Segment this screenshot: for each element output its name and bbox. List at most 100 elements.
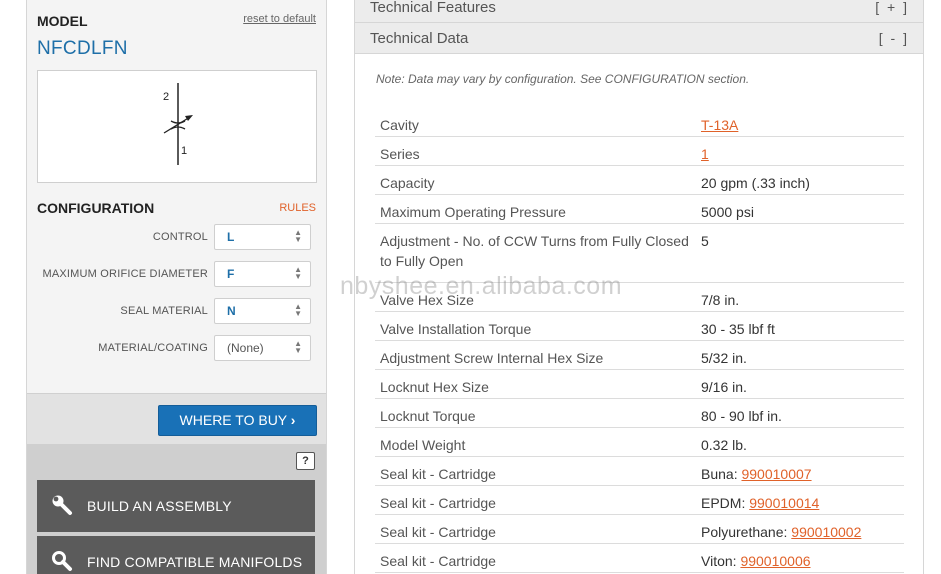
select-arrows-icon: ▲ ▼ (294, 228, 302, 244)
orifice-diameter-value: F (227, 267, 235, 281)
control-value: L (227, 230, 235, 244)
table-row: Seal kit - Cartridge Viton: 990010006 (375, 544, 904, 573)
config-label-control: CONTROL (152, 231, 208, 243)
find-manifolds-label: FIND COMPATIBLE MANIFOLDS (87, 554, 303, 570)
chevron-right-icon: › (290, 412, 296, 428)
row-value: 20 gpm (.33 inch) (701, 173, 810, 193)
row-value-text: 9/16 in. (701, 379, 747, 395)
row-value-text: Buna: (701, 466, 742, 482)
row-value-text: 80 - 90 lbf in. (701, 408, 782, 424)
row-value-text: 7/8 in. (701, 292, 740, 308)
row-value: 30 - 35 lbf ft (701, 319, 775, 339)
build-assembly-button[interactable]: BUILD AN ASSEMBLY (37, 480, 315, 532)
table-row: Locknut Torque 80 - 90 lbf in. (375, 399, 904, 428)
technical-data-table: Cavity T-13A Series 1 Capacity 20 gpm (.33 in… (375, 108, 904, 573)
configuration-heading: CONFIGURATION (37, 200, 155, 216)
material-coating-value: (None) (227, 341, 264, 355)
row-value: 5 (701, 231, 709, 251)
row-value: EPDM: 990010014 (701, 493, 819, 513)
table-row: Cavity T-13A (375, 108, 904, 137)
help-button[interactable]: ? (296, 452, 315, 470)
material-coating-select[interactable]: (None) ▲ ▼ (214, 335, 311, 361)
row-value-link[interactable]: 990010007 (741, 466, 811, 482)
row-value: Viton: 990010006 (701, 551, 811, 571)
row-label: Locknut Hex Size (380, 379, 489, 395)
expand-toggle[interactable]: [ + ] (875, 0, 909, 15)
select-arrows-icon: ▲ ▼ (294, 265, 302, 281)
control-select[interactable]: L ▲ ▼ (214, 224, 311, 250)
table-row: Seal kit - Cartridge EPDM: 990010014 (375, 486, 904, 515)
table-row: Adjustment Screw Internal Hex Size 5/32 i… (375, 341, 904, 370)
row-value: 1 (701, 144, 709, 164)
row-label: Valve Hex Size (380, 292, 474, 308)
row-value-text: EPDM: (701, 495, 750, 511)
row-value: 80 - 90 lbf in. (701, 406, 782, 426)
rules-link[interactable]: RULES (279, 202, 316, 214)
row-label: Valve Installation Torque (380, 321, 532, 337)
technical-data-header[interactable]: Technical Data [ - ] (355, 23, 923, 54)
row-value-link[interactable]: T-13A (701, 117, 738, 133)
config-label-orifice: MAXIMUM ORIFICE DIAMETER (42, 268, 208, 280)
collapse-toggle[interactable]: [ - ] (879, 30, 909, 46)
table-row: Valve Installation Torque 30 - 35 lbf ft (375, 312, 904, 341)
row-value: 7/8 in. (701, 290, 739, 310)
config-row-material: MATERIAL/COATING (None) ▲ ▼ (27, 335, 326, 361)
tools-area: ? BUILD AN ASSEMBLY FIND COMPATIBLE MANI… (27, 444, 326, 574)
buy-area: WHERE TO BUY › (27, 393, 326, 444)
row-value-link[interactable]: 1 (701, 146, 709, 162)
row-value-text: 30 - 35 lbf ft (701, 321, 775, 337)
row-label: Series (380, 146, 420, 162)
technical-features-header[interactable]: Technical Features [ + ] (355, 0, 923, 23)
row-label: Adjustment Screw Internal Hex Size (380, 350, 604, 366)
select-arrows-icon: ▲ ▼ (294, 302, 302, 318)
config-row-control: CONTROL L ▲ ▼ (27, 224, 326, 250)
row-value-link[interactable]: 990010006 (740, 553, 810, 569)
technical-features-title: Technical Features (370, 0, 496, 16)
row-value-text: 5000 psi (701, 204, 754, 220)
seal-material-select[interactable]: N ▲ ▼ (214, 298, 311, 324)
port-label-top: 2 (163, 91, 169, 103)
row-label: Cavity (380, 117, 419, 133)
reset-to-default-link[interactable]: reset to default (243, 13, 316, 25)
table-row: Model Weight 0.32 lb. (375, 428, 904, 457)
table-row: Capacity 20 gpm (.33 inch) (375, 166, 904, 195)
row-label: Seal kit - Cartridge (380, 466, 496, 482)
row-label: Seal kit - Cartridge (380, 553, 496, 569)
row-value: T-13A (701, 115, 738, 135)
table-row: Seal kit - Cartridge Buna: 990010007 (375, 457, 904, 486)
configuration-note: Note: Data may vary by configuration. Se… (376, 72, 750, 86)
row-value-link[interactable]: 990010014 (749, 495, 819, 511)
wrench-icon (51, 494, 73, 519)
row-label: Locknut Torque (380, 408, 476, 424)
where-to-buy-button[interactable]: WHERE TO BUY › (158, 405, 317, 436)
model-heading: MODEL (37, 13, 88, 29)
seal-material-value: N (227, 304, 236, 318)
row-value: 5000 psi (701, 202, 754, 222)
find-manifolds-button[interactable]: FIND COMPATIBLE MANIFOLDS (37, 536, 315, 574)
row-value: 9/16 in. (701, 377, 747, 397)
port-label-bottom: 1 (181, 145, 187, 157)
row-value-text: 5 (701, 233, 709, 249)
row-value: 5/32 in. (701, 348, 747, 368)
hydraulic-symbol: 2 1 (37, 70, 317, 183)
row-label: Capacity (380, 175, 435, 191)
select-arrows-icon: ▲ ▼ (294, 339, 302, 355)
technical-data-title: Technical Data (370, 30, 469, 47)
config-row-orifice: MAXIMUM ORIFICE DIAMETER F ▲ ▼ (27, 261, 326, 287)
row-value-text: 0.32 lb. (701, 437, 747, 453)
row-label: Seal kit - Cartridge (380, 495, 496, 511)
config-label-seal: SEAL MATERIAL (120, 305, 208, 317)
row-value-link[interactable]: 990010002 (791, 524, 861, 540)
build-assembly-label: BUILD AN ASSEMBLY (87, 498, 232, 514)
row-value-text: 5/32 in. (701, 350, 747, 366)
table-row: Valve Hex Size 7/8 in. (375, 283, 904, 312)
row-value: 0.32 lb. (701, 435, 747, 455)
table-row: Series 1 (375, 137, 904, 166)
search-icon (51, 550, 73, 574)
row-label: Seal kit - Cartridge (380, 524, 496, 540)
model-panel: MODEL reset to default NFCDLFN 2 1 CONFI… (26, 0, 327, 574)
details-panel: Technical Features [ + ] Technical Data … (354, 0, 924, 574)
table-row: Locknut Hex Size 9/16 in. (375, 370, 904, 399)
row-value-text: Polyurethane: (701, 524, 792, 540)
orifice-diameter-select[interactable]: F ▲ ▼ (214, 261, 311, 287)
